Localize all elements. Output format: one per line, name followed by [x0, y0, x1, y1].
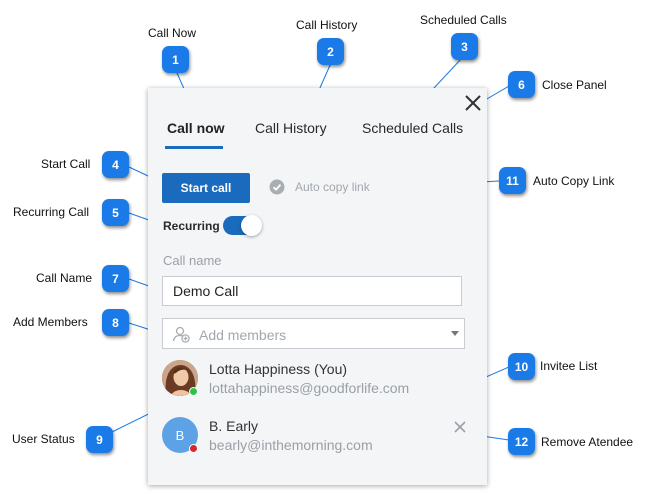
invitee-name: Lotta Happiness (You) — [209, 361, 348, 377]
invitee-list-item: Lotta Happiness (You) lottahappiness@goo… — [162, 360, 482, 404]
close-icon[interactable] — [463, 93, 483, 113]
add-members-field[interactable]: Add members — [162, 318, 465, 349]
callout-label-scheduled-calls: Scheduled Calls — [420, 13, 507, 27]
callout-label-auto-copy-link: Auto Copy Link — [533, 174, 615, 188]
callout-badge-7: 7 — [102, 265, 129, 292]
active-tab-indicator — [165, 146, 223, 149]
busy-status-dot — [189, 444, 198, 453]
call-name-label: Call name — [163, 253, 222, 268]
callout-badge-5: 5 — [102, 199, 129, 226]
callout-label-call-now: Call Now — [148, 26, 197, 40]
callout-label-call-history: Call History — [296, 18, 358, 32]
callout-label-call-name: Call Name — [36, 271, 93, 285]
callout-badge-11: 11 — [499, 167, 526, 194]
callout-badge-1: 1 — [162, 46, 189, 73]
tab-scheduled-calls[interactable]: Scheduled Calls — [362, 120, 463, 136]
start-call-button[interactable]: Start call — [162, 173, 250, 203]
invitee-list-item: B B. Early bearly@inthemorning.com — [162, 417, 482, 461]
call-name-input[interactable] — [162, 276, 462, 306]
online-status-dot — [189, 387, 198, 396]
dropdown-caret-icon[interactable] — [451, 331, 459, 336]
add-person-icon — [172, 326, 190, 343]
add-members-placeholder: Add members — [199, 327, 287, 343]
avatar — [162, 360, 198, 396]
callout-badge-2: 2 — [317, 38, 344, 65]
auto-copy-link-label[interactable]: Auto copy link — [295, 180, 370, 194]
callout-badge-8: 8 — [102, 309, 129, 336]
callout-label-recurring-call: Recurring Call — [13, 205, 90, 219]
invitee-name: B. Early — [209, 418, 259, 434]
callout-label-add-members: Add Members — [13, 315, 88, 329]
invitee-email: lottahappiness@goodforlife.com — [209, 380, 410, 396]
toggle-knob — [241, 215, 262, 236]
callout-badge-12: 12 — [508, 428, 535, 455]
callout-badge-9: 9 — [86, 426, 113, 453]
callout-badge-10: 10 — [508, 353, 535, 380]
callout-label-user-status: User Status — [12, 432, 75, 446]
callout-label-start-call: Start Call — [41, 157, 91, 171]
call-panel: Call now Call History Scheduled Calls St… — [148, 88, 487, 485]
tab-call-history[interactable]: Call History — [255, 120, 327, 136]
tab-call-now[interactable]: Call now — [167, 120, 225, 136]
recurring-label: Recurring — [163, 219, 220, 233]
callout-badge-6: 6 — [508, 71, 535, 98]
callout-badge-3: 3 — [451, 33, 478, 60]
invitee-email: bearly@inthemorning.com — [209, 437, 373, 453]
callout-label-close-panel: Close Panel — [542, 78, 607, 92]
callout-label-invitee-list: Invitee List — [540, 359, 598, 373]
recurring-toggle[interactable] — [223, 215, 262, 236]
check-circle-icon[interactable] — [269, 179, 285, 195]
avatar: B — [162, 417, 198, 453]
callout-label-remove-atendee: Remove Atendee — [541, 435, 634, 449]
callout-badge-4: 4 — [102, 151, 129, 178]
remove-attendee-icon[interactable] — [454, 421, 466, 433]
